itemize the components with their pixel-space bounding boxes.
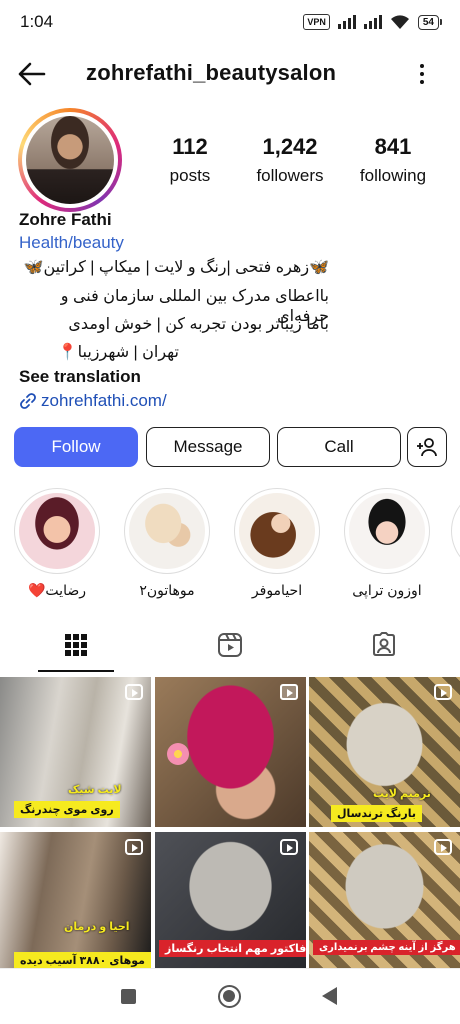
highlight-cover — [349, 493, 425, 569]
post-caption: ۶ فاکتور مهم انتخاب رنگساز — [159, 940, 306, 957]
add-user-button[interactable] — [407, 427, 447, 467]
wifi-icon — [390, 15, 409, 29]
back-arrow-icon[interactable] — [16, 60, 48, 88]
full-name: Zohre Fathi — [19, 210, 112, 229]
highlight-item[interactable]: رضایت❤️ — [13, 488, 101, 599]
post-caption: بارنگ ترندسال — [331, 805, 422, 822]
multi-post-icon — [280, 684, 298, 700]
tab-posts-grid[interactable] — [56, 625, 96, 665]
reels-icon — [218, 633, 242, 657]
post-caption: روی موی چندرنگ — [14, 801, 120, 818]
posts-number: 112 — [172, 134, 208, 159]
post-caption: احیا و درمان — [64, 921, 130, 933]
status-bar: 1:04 VPN 54 — [0, 0, 460, 44]
following-number: 841 — [374, 134, 412, 159]
post-thumbnail[interactable]: احیا و درمان موهای ۳۸۸۰ آسیب دیده — [0, 832, 151, 968]
signal-icon — [337, 15, 356, 29]
post-thumbnail[interactable]: هرگز از آینه چشم برنمیداری — [309, 832, 460, 968]
grid-icon — [65, 634, 87, 656]
profile-header: zohrefathi_beautysalon — [0, 50, 460, 98]
reel-icon — [434, 684, 452, 700]
battery-level: 54 — [417, 14, 439, 30]
system-nav-bar — [0, 968, 460, 1024]
highlight-label: رضایت❤️ — [28, 582, 86, 598]
bio-line: تهران | شهرزیبا📍 — [57, 344, 179, 361]
link-icon — [20, 393, 36, 409]
following-label: following — [359, 166, 427, 185]
post-thumbnail[interactable]: ترمیم لایت بارنگ ترندسال — [309, 677, 460, 827]
highlight-cover — [239, 493, 315, 569]
more-options-icon[interactable] — [412, 60, 432, 88]
post-thumbnail[interactable]: لایت شیک روی موی چندرنگ — [0, 677, 151, 827]
highlight-item[interactable]: اوزون تراپی — [343, 488, 431, 599]
add-user-icon — [417, 438, 437, 457]
active-tab-indicator — [38, 670, 114, 672]
post-caption-secondary: لایت شیک — [68, 784, 122, 796]
highlight-label: احیاموفر — [251, 582, 303, 598]
reel-icon — [280, 839, 298, 855]
vpn-badge: VPN — [303, 14, 330, 30]
posts-label: posts — [169, 166, 211, 185]
category-label: Health/beauty — [19, 233, 124, 252]
tab-tagged[interactable] — [364, 625, 404, 665]
reel-icon — [125, 684, 143, 700]
highlight-item[interactable]: احیاموفر — [233, 488, 321, 599]
message-button[interactable]: Message — [146, 427, 270, 467]
post-thumbnail[interactable]: ۶ فاکتور مهم انتخاب رنگساز — [155, 832, 306, 968]
post-caption-secondary: ترمیم لایت — [373, 788, 431, 800]
profile-tabs — [0, 625, 460, 673]
following-count[interactable]: 841 following — [352, 134, 434, 186]
home-icon[interactable] — [218, 985, 241, 1008]
post-caption-secondary: موهای ۳۸۸۰ آسیب دیده — [14, 952, 151, 968]
highlight-label: اوزون تراپی — [352, 582, 422, 598]
back-icon[interactable] — [322, 987, 337, 1005]
followers-label: followers — [256, 166, 324, 185]
status-icons: VPN 54 — [303, 14, 442, 30]
highlight-label: موهاتون۲ — [139, 582, 195, 598]
avatar — [26, 116, 114, 204]
followers-number: 1,242 — [262, 134, 318, 159]
bio-line: 🦋زهره فتحی |رنگ و لایت | میکاپ | کراتین🦋 — [23, 259, 329, 276]
call-button[interactable]: Call — [277, 427, 401, 467]
profile-username: zohrefathi_beautysalon — [86, 60, 337, 85]
highlight-item[interactable] — [451, 488, 460, 574]
tagged-icon — [373, 632, 395, 656]
see-translation-link[interactable]: See translation — [19, 367, 141, 387]
followers-count[interactable]: 1,242 followers — [248, 134, 332, 186]
post-caption: هرگز از آینه چشم برنمیداری — [313, 940, 460, 955]
post-thumbnail[interactable] — [155, 677, 306, 827]
profile-picture[interactable] — [18, 108, 122, 212]
highlight-item[interactable]: موهاتون۲ — [123, 488, 211, 599]
website-link[interactable]: zohrehfathi.com/ — [19, 391, 167, 411]
battery-icon: 54 — [417, 14, 442, 30]
bio-line: باما زیباتر بودن تجربه کن | خوش اومدی — [68, 316, 329, 333]
reel-icon — [434, 839, 452, 855]
status-time: 1:04 — [20, 12, 54, 31]
recents-icon[interactable] — [121, 989, 136, 1004]
reel-icon — [125, 839, 143, 855]
flower-decor — [167, 743, 189, 765]
follow-button[interactable]: Follow — [14, 427, 138, 467]
signal-icon-2 — [363, 15, 382, 29]
highlight-cover — [19, 493, 95, 569]
highlight-cover — [129, 493, 205, 569]
posts-count[interactable]: 112 posts — [158, 134, 222, 186]
website-url: zohrehfathi.com/ — [41, 391, 167, 410]
tab-reels[interactable] — [210, 625, 250, 665]
